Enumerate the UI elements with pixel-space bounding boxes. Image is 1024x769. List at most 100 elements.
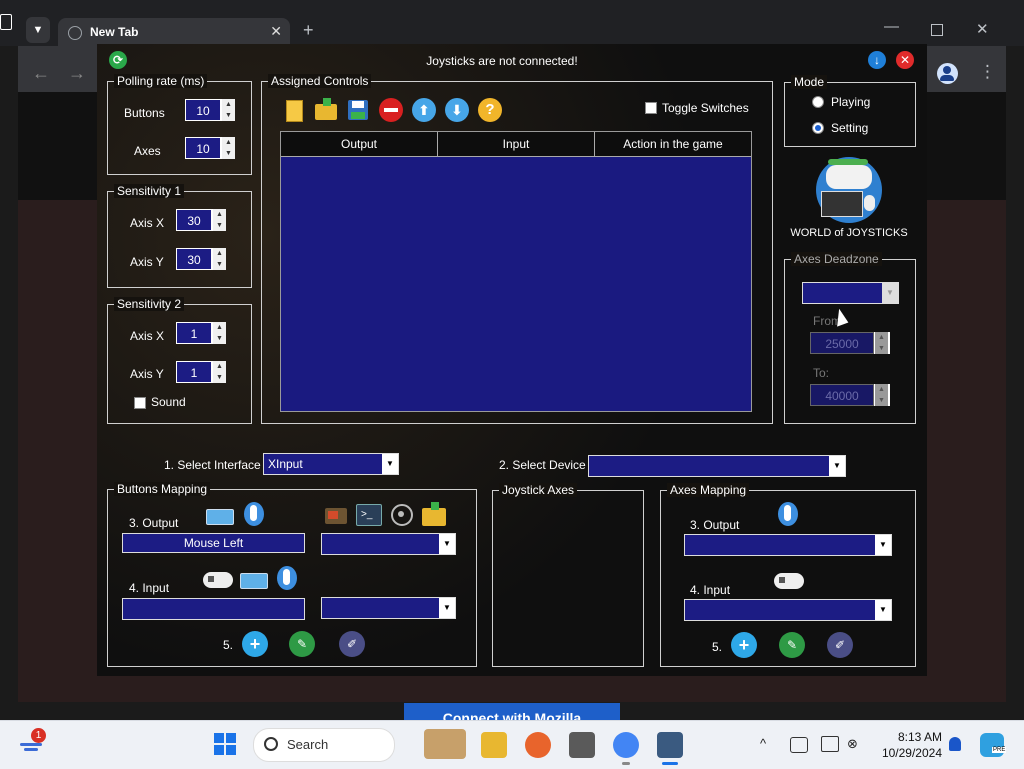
axis-y-label: Axis Y xyxy=(130,255,164,269)
help-icon[interactable]: ? xyxy=(478,98,502,122)
column-header-action[interactable]: Action in the game xyxy=(595,132,751,156)
buttons-mapping-label: Buttons Mapping xyxy=(114,482,211,496)
close-window-icon[interactable]: ✕ xyxy=(976,20,989,38)
sensitivity-2-y-spinner[interactable]: 1 ▲ ▼ xyxy=(176,361,226,383)
output-combo[interactable]: ▼ xyxy=(321,533,456,555)
maximize-icon[interactable] xyxy=(931,24,943,36)
tab-search-button[interactable]: ▼ xyxy=(26,17,50,43)
archive-app-icon[interactable] xyxy=(569,732,595,758)
radio-device-icon[interactable] xyxy=(323,502,351,528)
joystick-app-icon[interactable] xyxy=(657,732,683,758)
close-tab-icon[interactable]: ✕ xyxy=(270,23,282,40)
new-file-icon[interactable] xyxy=(282,98,306,122)
folder-icon[interactable] xyxy=(421,502,449,528)
joystick-axes-group: Joystick Axes xyxy=(492,483,644,667)
gamepad-icon[interactable] xyxy=(203,566,233,592)
axis-x-label: Axis X xyxy=(130,216,165,230)
toggle-switches-label: Toggle Switches xyxy=(662,101,749,115)
menu-kebab-icon[interactable]: ⋮ xyxy=(979,62,996,82)
sensitivity-2-label: Sensitivity 2 xyxy=(114,297,185,311)
buttons-mapping-group: Buttons Mapping 3. Output >_ Mouse Left … xyxy=(107,482,477,667)
buttons-rate-spinner[interactable]: 10 ▲ ▼ xyxy=(185,99,235,121)
sensitivity-2-x-spinner[interactable]: 1 ▲ ▼ xyxy=(176,322,226,344)
edit-brush-icon[interactable]: ✐ xyxy=(827,632,853,658)
add-icon[interactable]: + xyxy=(731,632,757,658)
close-app-icon[interactable]: ✕ xyxy=(896,51,914,69)
deadzone-axis-combo[interactable]: ▼ xyxy=(802,282,899,304)
terminal-icon[interactable]: >_ xyxy=(355,502,383,528)
clear-broom-icon[interactable]: ✎ xyxy=(779,632,805,658)
select-device-combo[interactable]: ▼ xyxy=(588,455,846,477)
chrome-icon[interactable] xyxy=(613,732,639,758)
toggle-switches-checkbox[interactable] xyxy=(645,102,657,114)
crosshair-icon[interactable] xyxy=(388,502,416,528)
axis-x-label: Axis X xyxy=(130,329,165,343)
axis-y-label: Axis Y xyxy=(130,367,164,381)
search-highlight-image xyxy=(424,729,466,759)
step-5-label: 5. xyxy=(223,638,234,652)
add-icon[interactable]: + xyxy=(242,631,268,657)
display-icon[interactable] xyxy=(821,736,839,752)
network-icon[interactable] xyxy=(790,737,808,753)
sensitivity-2-group: Sensitivity 2 Axis X 1 ▲ ▼ Axis Y 1 ▲ ▼ Soun… xyxy=(107,297,252,424)
move-up-icon[interactable]: ⬆ xyxy=(412,98,436,122)
input-combo[interactable]: ▼ xyxy=(321,597,456,619)
save-icon[interactable] xyxy=(346,98,370,122)
column-header-output[interactable]: Output xyxy=(281,132,438,156)
volume-muted-icon[interactable]: ⊗ xyxy=(847,736,858,752)
taskbar-search-box[interactable]: Search xyxy=(253,728,466,762)
input-label: 4. Input xyxy=(690,583,731,597)
output-field[interactable]: Mouse Left xyxy=(122,533,305,553)
minimize-icon[interactable]: — xyxy=(884,18,899,35)
axes-input-combo[interactable]: ▼ xyxy=(684,599,892,621)
forward-icon[interactable]: → xyxy=(68,63,86,84)
running-indicator xyxy=(622,762,630,765)
keyboard-icon[interactable] xyxy=(205,502,234,528)
connect-mozilla-banner[interactable]: Connect with Mozilla xyxy=(404,703,620,721)
axes-deadzone-group: Axes Deadzone ▼ From 25000 ▲ ▼ To: 40000 ▲ ▼ xyxy=(784,252,916,424)
to-label: To: xyxy=(813,366,830,380)
assigned-controls-table[interactable]: Output Input Action in the game xyxy=(280,131,752,412)
axes-output-combo[interactable]: ▼ xyxy=(684,534,892,556)
mouse-icon[interactable] xyxy=(273,565,301,591)
app-status-title: Joysticks are not connected! xyxy=(426,54,578,68)
notification-badge: 1 xyxy=(31,728,46,743)
new-tab-button[interactable]: + xyxy=(303,20,314,41)
minimize-app-icon[interactable]: ↓ xyxy=(868,51,886,69)
clock-time[interactable]: 8:13 AM xyxy=(878,730,942,744)
profile-avatar-icon[interactable] xyxy=(937,63,958,84)
sound-label: Sound xyxy=(151,395,186,409)
copilot-icon[interactable]: PRE xyxy=(980,733,1007,757)
mouse-icon[interactable] xyxy=(240,501,268,527)
back-icon[interactable]: ← xyxy=(32,63,50,84)
delete-icon[interactable] xyxy=(379,98,403,122)
gamepad-icon[interactable] xyxy=(774,567,804,593)
mouse-icon[interactable] xyxy=(774,501,802,527)
select-interface-label: 1. Select Interface xyxy=(164,458,261,472)
chevron-up-icon[interactable]: ^ xyxy=(760,736,766,751)
deadzone-from-spinner: 25000 ▲ ▼ xyxy=(810,332,890,354)
open-folder-icon[interactable] xyxy=(314,98,338,122)
setting-radio[interactable] xyxy=(812,122,824,134)
file-explorer-icon[interactable] xyxy=(481,732,507,758)
deadzone-to-spinner: 40000 ▲ ▼ xyxy=(810,384,890,406)
select-interface-combo[interactable]: XInput ▼ xyxy=(263,453,399,475)
polling-rate-group: Polling rate (ms) Buttons 10 ▲ ▼ Axes 10 ▲ ▼ xyxy=(107,74,252,175)
sensitivity-1-y-spinner[interactable]: 30 ▲ ▼ xyxy=(176,248,226,270)
notification-bell-icon[interactable] xyxy=(949,737,961,751)
windows-start-icon[interactable] xyxy=(214,733,236,755)
active-indicator xyxy=(662,762,678,765)
keyboard-icon[interactable] xyxy=(239,566,268,592)
playing-radio[interactable] xyxy=(812,96,824,108)
setting-label: Setting xyxy=(831,121,869,135)
move-down-icon[interactable]: ⬇ xyxy=(445,98,469,122)
input-field[interactable] xyxy=(122,598,305,620)
sound-checkbox[interactable] xyxy=(134,397,146,409)
firefox-icon[interactable] xyxy=(525,732,551,758)
clock-date[interactable]: 10/29/2024 xyxy=(868,746,942,760)
axes-rate-spinner[interactable]: 10 ▲ ▼ xyxy=(185,137,235,159)
clear-broom-icon[interactable]: ✎ xyxy=(289,631,315,657)
edit-brush-icon[interactable]: ✐ xyxy=(339,631,365,657)
column-header-input[interactable]: Input xyxy=(438,132,595,156)
sensitivity-1-x-spinner[interactable]: 30 ▲ ▼ xyxy=(176,209,226,231)
